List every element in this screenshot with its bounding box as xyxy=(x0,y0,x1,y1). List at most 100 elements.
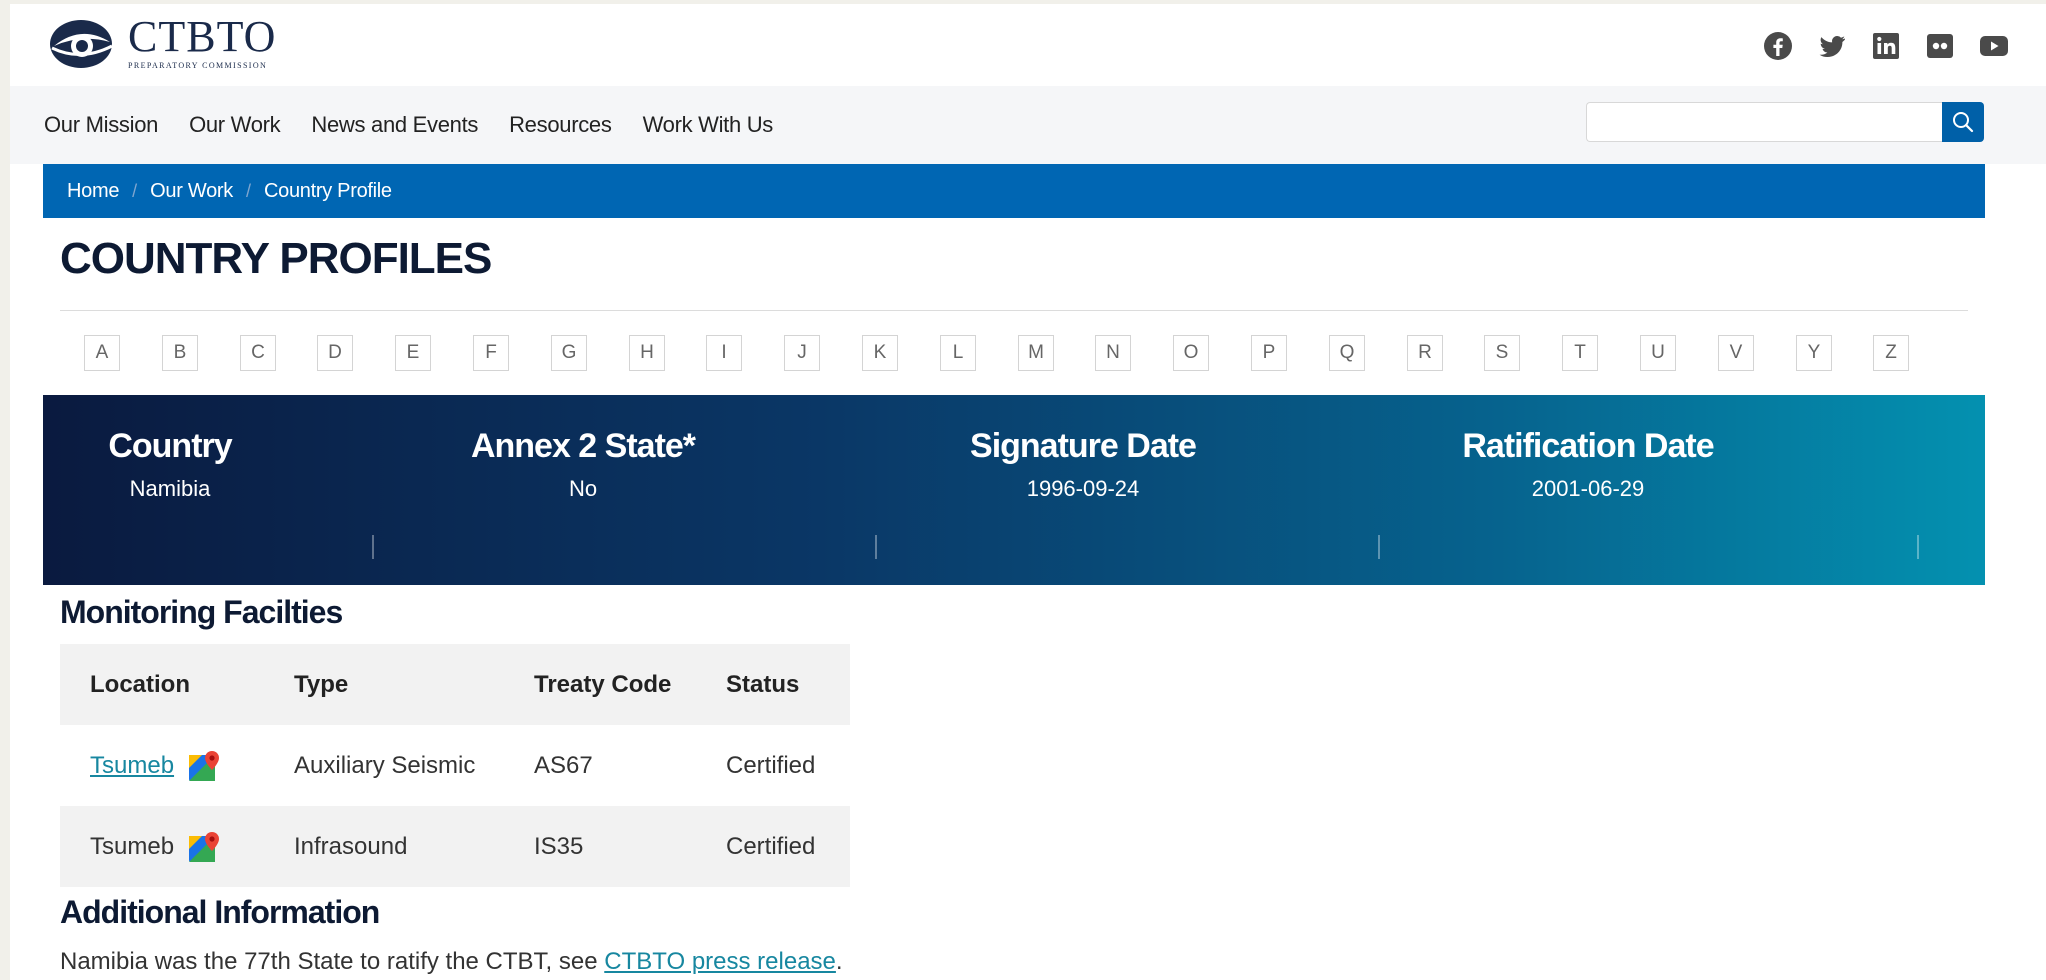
search-icon xyxy=(1953,112,1974,133)
youtube-icon[interactable] xyxy=(1978,30,2010,62)
letter-z[interactable]: Z xyxy=(1873,335,1909,371)
facebook-icon[interactable] xyxy=(1762,30,1794,62)
ctbto-logo[interactable]: CTBTO PREPARATORY COMMISSION xyxy=(48,12,276,72)
page-title: COUNTRY PROFILES xyxy=(60,234,492,283)
signature-value: 1996-09-24 xyxy=(1026,476,1140,501)
monitoring-table: Location Type Treaty Code Status Tsumeb xyxy=(60,644,850,887)
letter-h[interactable]: H xyxy=(629,335,665,371)
press-release-link[interactable]: CTBTO press release xyxy=(604,948,836,975)
logo-subtitle: PREPARATORY COMMISSION xyxy=(128,60,268,70)
status-cell: Certified xyxy=(726,751,816,779)
header-type: Type xyxy=(294,670,349,698)
location-link[interactable]: Tsumeb xyxy=(90,752,174,780)
letter-o[interactable]: O xyxy=(1173,335,1209,371)
header-location: Location xyxy=(90,670,190,698)
map-button[interactable] xyxy=(182,827,226,867)
search-input[interactable] xyxy=(1586,102,1942,142)
additional-text-tail: . xyxy=(835,948,843,975)
header-status: Status xyxy=(726,670,800,698)
letter-s[interactable]: S xyxy=(1484,335,1520,371)
annex-value: No xyxy=(568,476,598,501)
additional-text-body: Namibia was the 77th State to ratify the… xyxy=(60,948,605,975)
country-stat: Country Namibia xyxy=(43,427,297,502)
type-cell: Infrasound xyxy=(294,832,408,860)
status-cell: Certified xyxy=(726,832,816,860)
top-bar: CTBTO PREPARATORY COMMISSION xyxy=(10,4,2046,86)
ratification-label: Ratification Date xyxy=(1462,427,1714,465)
stat-divider xyxy=(875,535,877,559)
nav-news-and-events[interactable]: News and Events xyxy=(311,112,478,138)
breadcrumb-home[interactable]: Home xyxy=(67,180,119,203)
ctbto-logo-icon xyxy=(50,20,113,68)
page: CTBTO PREPARATORY COMMISSION Our Mission… xyxy=(10,4,2046,980)
signature-label: Signature Date xyxy=(970,427,1197,465)
stat-divider xyxy=(1917,535,1919,559)
letter-p[interactable]: P xyxy=(1251,335,1287,371)
letter-e[interactable]: E xyxy=(395,335,431,371)
linkedin-icon[interactable] xyxy=(1870,30,1902,62)
ratification-value: 2001-06-29 xyxy=(1531,476,1645,501)
google-maps-icon xyxy=(189,750,220,781)
letter-g[interactable]: G xyxy=(551,335,587,371)
nav-work-with-us[interactable]: Work With Us xyxy=(643,112,774,138)
letter-i[interactable]: I xyxy=(706,335,742,371)
letter-v[interactable]: V xyxy=(1718,335,1754,371)
table-header-row: Location Type Treaty Code Status xyxy=(60,644,850,725)
table-row: Tsumeb Auxiliary Seismic AS67 Certified xyxy=(60,725,850,806)
breadcrumb: Home / Our Work / Country Profile xyxy=(43,164,1985,218)
letter-c[interactable]: C xyxy=(240,335,276,371)
letter-a[interactable]: A xyxy=(84,335,120,371)
letter-m[interactable]: M xyxy=(1018,335,1054,371)
additional-text: Namibia was the 77th State to ratify the… xyxy=(60,948,843,976)
table-row: Tsumeb Infrasound IS35 Certified xyxy=(60,806,850,887)
letter-u[interactable]: U xyxy=(1640,335,1676,371)
letter-f[interactable]: F xyxy=(473,335,509,371)
header-treaty-code: Treaty Code xyxy=(534,670,672,698)
monitoring-title: Monitoring Facilties xyxy=(60,594,343,630)
letter-j[interactable]: J xyxy=(784,335,820,371)
location-cell: Tsumeb xyxy=(90,806,226,887)
search-box xyxy=(1586,102,1984,142)
location-text: Tsumeb xyxy=(90,832,175,860)
nav-our-work[interactable]: Our Work xyxy=(189,112,281,138)
social-links xyxy=(1762,30,2010,62)
map-button[interactable] xyxy=(182,746,226,786)
letter-t[interactable]: T xyxy=(1562,335,1598,371)
letter-k[interactable]: K xyxy=(862,335,898,371)
ratification-stat: Ratification Date 2001-06-29 xyxy=(1363,427,1813,502)
stat-divider xyxy=(1378,535,1380,559)
type-cell: Auxiliary Seismic xyxy=(294,751,476,779)
annex-label: Annex 2 State* xyxy=(470,427,696,465)
country-label: Country xyxy=(108,427,232,465)
search-button[interactable] xyxy=(1942,102,1984,142)
treaty-code-cell: IS35 xyxy=(534,832,584,860)
breadcrumb-separator: / xyxy=(132,180,138,201)
main-navigation: Our Mission Our Work News and Events Res… xyxy=(10,86,2046,164)
additional-title: Additional Information xyxy=(60,894,380,930)
flickr-icon[interactable] xyxy=(1924,30,1956,62)
letter-q[interactable]: Q xyxy=(1329,335,1365,371)
letter-r[interactable]: R xyxy=(1407,335,1443,371)
letter-d[interactable]: D xyxy=(317,335,353,371)
nav-resources[interactable]: Resources xyxy=(509,112,612,138)
stat-divider xyxy=(372,535,374,559)
logo-name: CTBTO xyxy=(128,11,277,61)
nav-menu: Our Mission Our Work News and Events Res… xyxy=(44,86,773,164)
letter-l[interactable]: L xyxy=(940,335,976,371)
treaty-code-cell: AS67 xyxy=(534,751,593,779)
title-divider xyxy=(60,310,1968,311)
country-summary-banner: Country Namibia Annex 2 State* No Signat… xyxy=(43,395,1985,585)
nav-our-mission[interactable]: Our Mission xyxy=(44,112,158,138)
breadcrumb-separator: / xyxy=(245,180,251,201)
country-value: Namibia xyxy=(129,476,211,501)
annex-stat: Annex 2 State* No xyxy=(413,427,753,502)
breadcrumb-our-work[interactable]: Our Work xyxy=(150,180,233,203)
letter-n[interactable]: N xyxy=(1095,335,1131,371)
signature-stat: Signature Date 1996-09-24 xyxy=(873,427,1293,502)
location-cell: Tsumeb xyxy=(90,725,226,806)
letter-b[interactable]: B xyxy=(162,335,198,371)
letter-y[interactable]: Y xyxy=(1796,335,1832,371)
twitter-icon[interactable] xyxy=(1816,30,1848,62)
breadcrumb-current: Country Profile xyxy=(263,179,392,202)
google-maps-icon xyxy=(189,831,220,862)
